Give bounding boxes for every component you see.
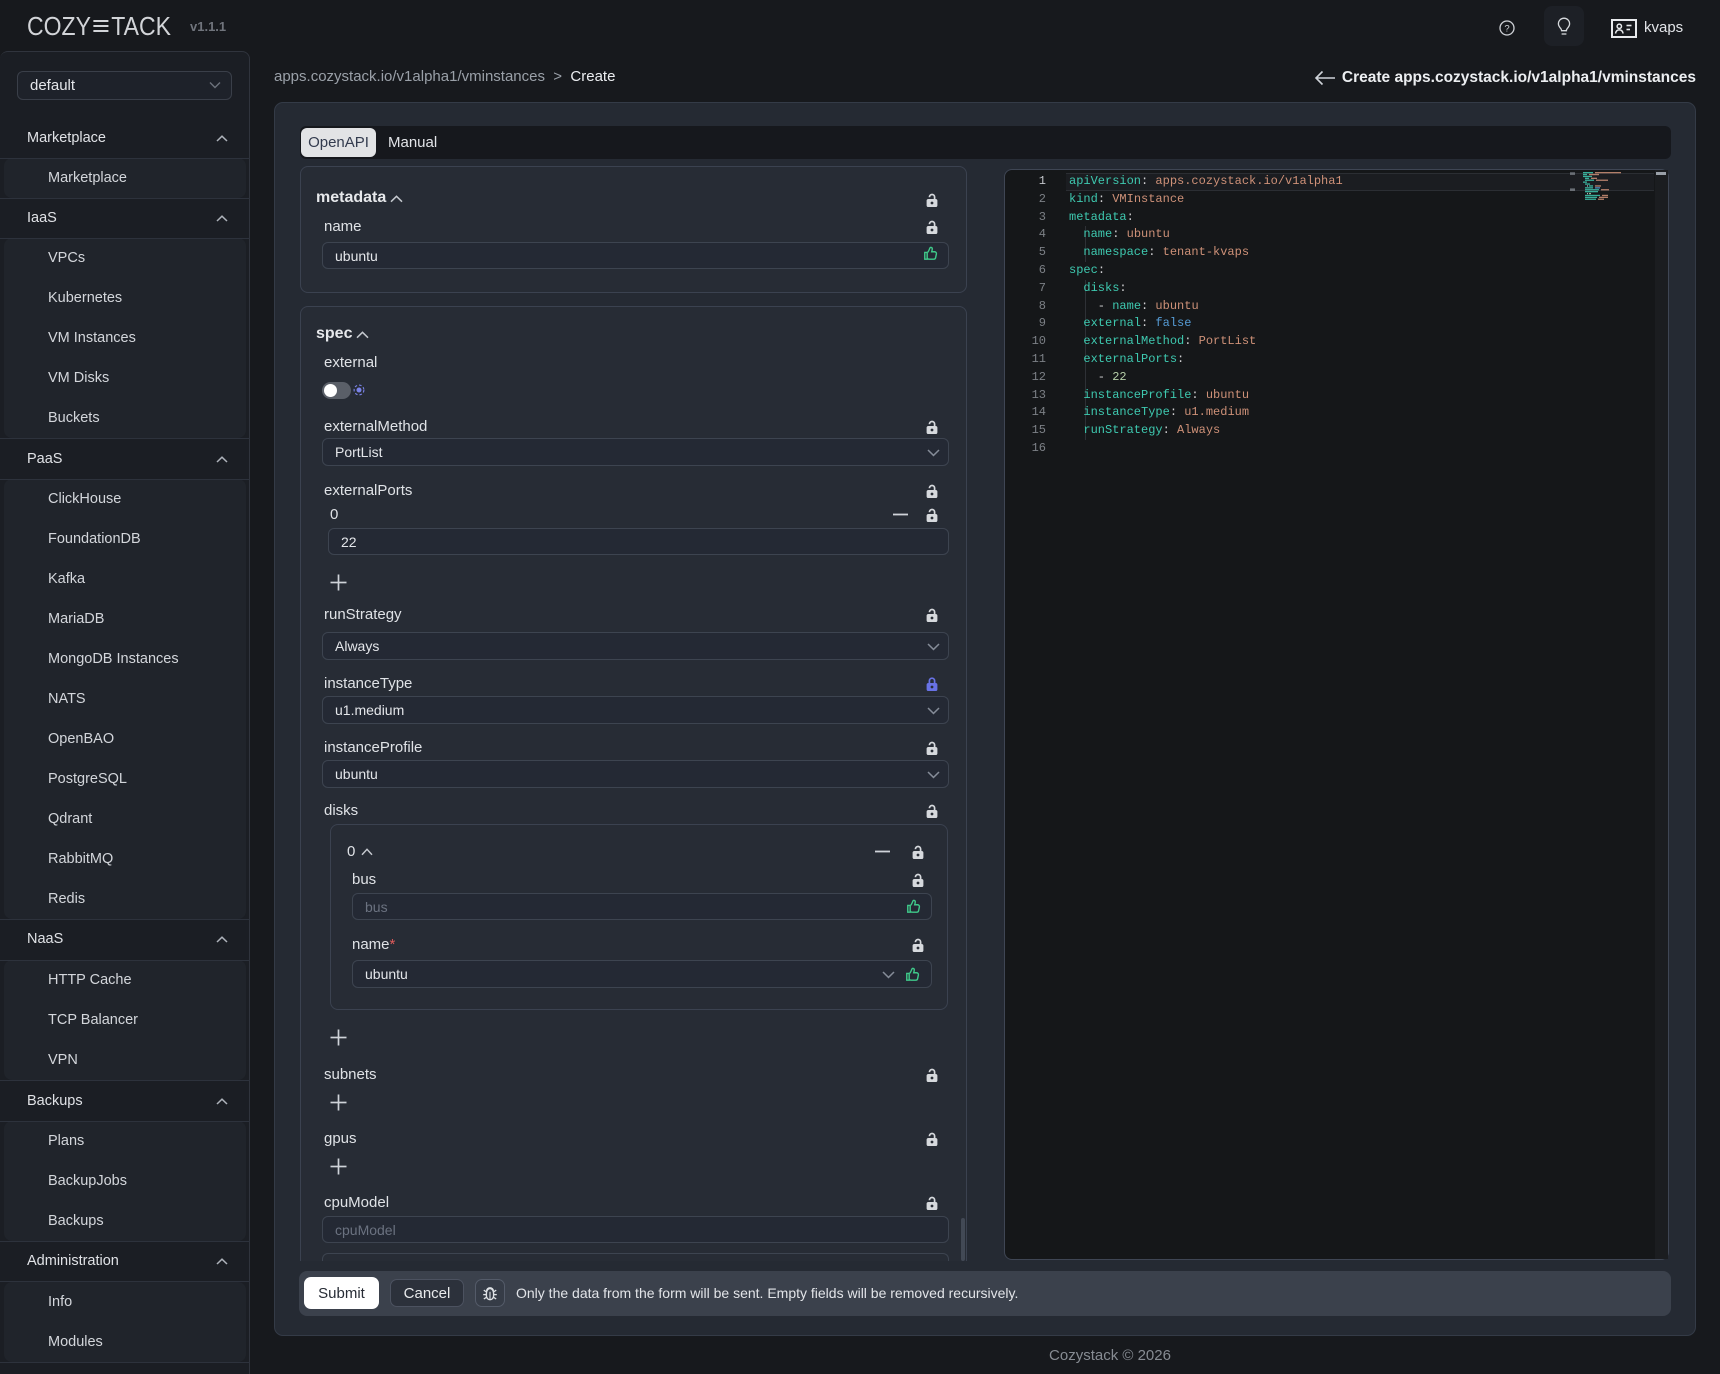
svg-text:?: ? (1504, 23, 1509, 34)
